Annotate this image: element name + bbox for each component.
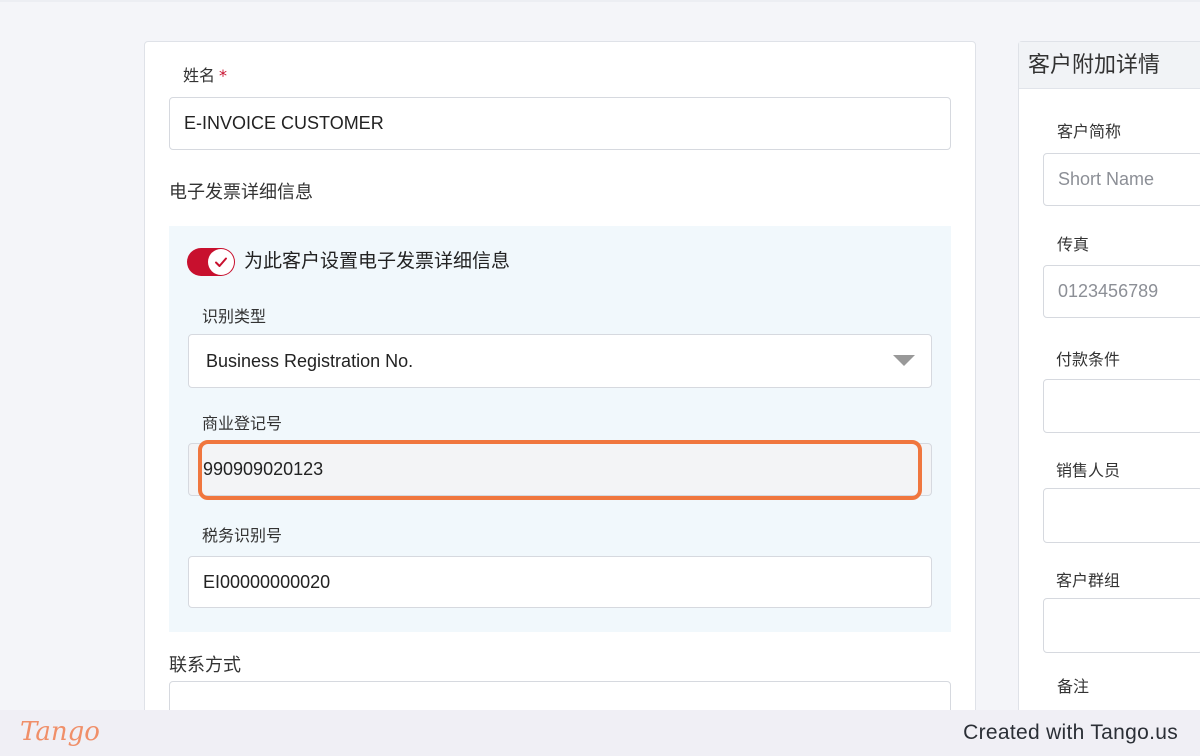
name-input-value: E-INVOICE CUSTOMER bbox=[184, 113, 384, 133]
short-name-label: 客户简称 bbox=[1057, 122, 1122, 141]
einvoice-toggle[interactable] bbox=[187, 248, 235, 276]
tin-input-value: EI00000000020 bbox=[203, 571, 331, 592]
short-name-input[interactable]: Short Name bbox=[1043, 153, 1200, 206]
payment-terms-input[interactable] bbox=[1043, 379, 1200, 433]
notes-label: 备注 bbox=[1057, 677, 1090, 696]
footer-credit-text: Created with Tango.us bbox=[963, 721, 1178, 744]
fax-placeholder: 0123456789 bbox=[1058, 281, 1159, 301]
einvoice-section-title: 电子发票详细信息 bbox=[169, 182, 313, 203]
contact-section-title: 联系方式 bbox=[169, 655, 241, 676]
customer-group-input[interactable] bbox=[1043, 598, 1200, 653]
id-type-value: Business Registration No. bbox=[206, 350, 414, 371]
salesperson-label: 销售人员 bbox=[1056, 461, 1121, 480]
chevron-down-icon bbox=[893, 355, 915, 366]
toggle-knob bbox=[208, 249, 234, 275]
check-icon bbox=[215, 257, 227, 267]
einvoice-toggle-label: 为此客户设置电子发票详细信息 bbox=[244, 250, 511, 272]
brn-label: 商业登记号 bbox=[202, 414, 283, 433]
focus-highlight-box bbox=[198, 440, 922, 500]
id-type-label: 识别类型 bbox=[202, 307, 267, 326]
name-label: 姓名 * bbox=[183, 66, 228, 85]
fax-label: 传真 bbox=[1057, 235, 1090, 254]
fax-input[interactable]: 0123456789 bbox=[1043, 265, 1200, 318]
salesperson-input[interactable] bbox=[1043, 488, 1200, 543]
required-mark: * bbox=[219, 66, 228, 85]
side-panel-title: 客户附加详情 bbox=[1028, 53, 1161, 78]
tin-label: 税务识别号 bbox=[202, 526, 283, 545]
tango-logo: Tango bbox=[20, 717, 100, 747]
name-input[interactable]: E-INVOICE CUSTOMER bbox=[169, 97, 951, 150]
id-type-select[interactable]: Business Registration No. bbox=[188, 334, 932, 388]
customer-group-label: 客户群组 bbox=[1056, 571, 1121, 590]
top-edge bbox=[0, 0, 1200, 2]
tin-input[interactable]: EI00000000020 bbox=[188, 556, 932, 608]
payment-terms-label: 付款条件 bbox=[1056, 350, 1121, 369]
short-name-placeholder: Short Name bbox=[1058, 169, 1155, 189]
